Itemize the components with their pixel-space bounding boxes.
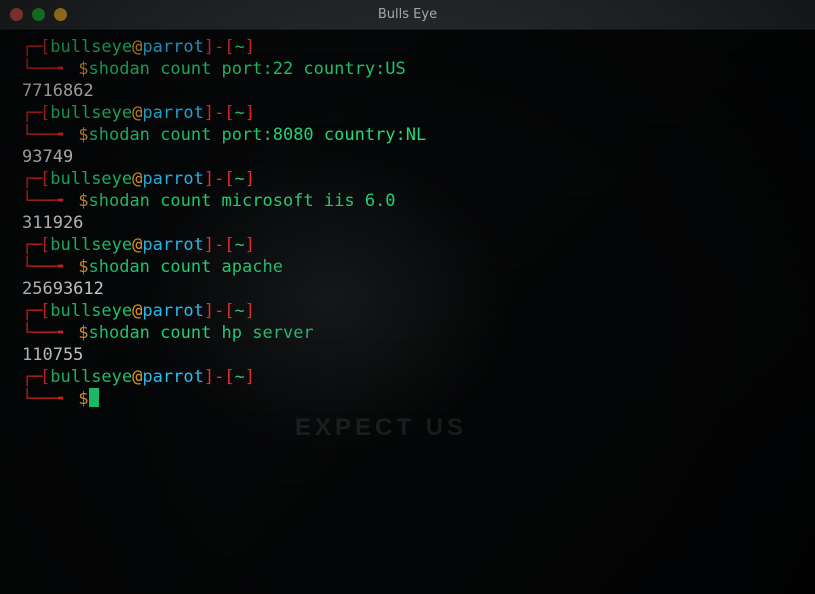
terminal-window: Bulls Eye EXPECT US ┌─[bullseye@parrot]-… [0,0,815,594]
prompt-line: ┌─[bullseye@parrot]-[~] [2,366,813,388]
command-line: └──╼ $shodan count port:22 country:US [2,58,813,80]
command-line: └──╼ $shodan count microsoft iis 6.0 [2,190,813,212]
output-line: 25693612 [2,278,813,300]
command-text: shodan count apache [89,257,283,277]
prompt-line: ┌─[bullseye@parrot]-[~] [2,36,813,58]
cursor [89,388,99,407]
command-text: shodan count port:8080 country:NL [89,125,427,145]
close-icon[interactable] [10,8,23,21]
window-title: Bulls Eye [0,7,815,22]
output-line: 110755 [2,344,813,366]
command-text: shodan count hp server [89,323,314,343]
command-line: └──╼ $shodan count hp server [2,322,813,344]
output-line: 93749 [2,146,813,168]
terminal-body[interactable]: ┌─[bullseye@parrot]-[~]└──╼ $shodan coun… [0,30,815,410]
prompt-line: ┌─[bullseye@parrot]-[~] [2,300,813,322]
prompt-line: ┌─[bullseye@parrot]-[~] [2,102,813,124]
prompt-line: ┌─[bullseye@parrot]-[~] [2,168,813,190]
watermark-text: EXPECT US [295,414,467,442]
command-line: └──╼ $shodan count port:8080 country:NL [2,124,813,146]
output-line: 7716862 [2,80,813,102]
prompt-line: ┌─[bullseye@parrot]-[~] [2,234,813,256]
minimize-icon[interactable] [32,8,45,21]
command-text: shodan count port:22 country:US [89,59,406,79]
command-line: └──╼ $shodan count apache [2,256,813,278]
maximize-icon[interactable] [54,8,67,21]
command-line: └──╼ $ [2,388,813,410]
output-line: 311926 [2,212,813,234]
traffic-lights [10,8,67,21]
command-text: shodan count microsoft iis 6.0 [89,191,396,211]
titlebar: Bulls Eye [0,0,815,30]
